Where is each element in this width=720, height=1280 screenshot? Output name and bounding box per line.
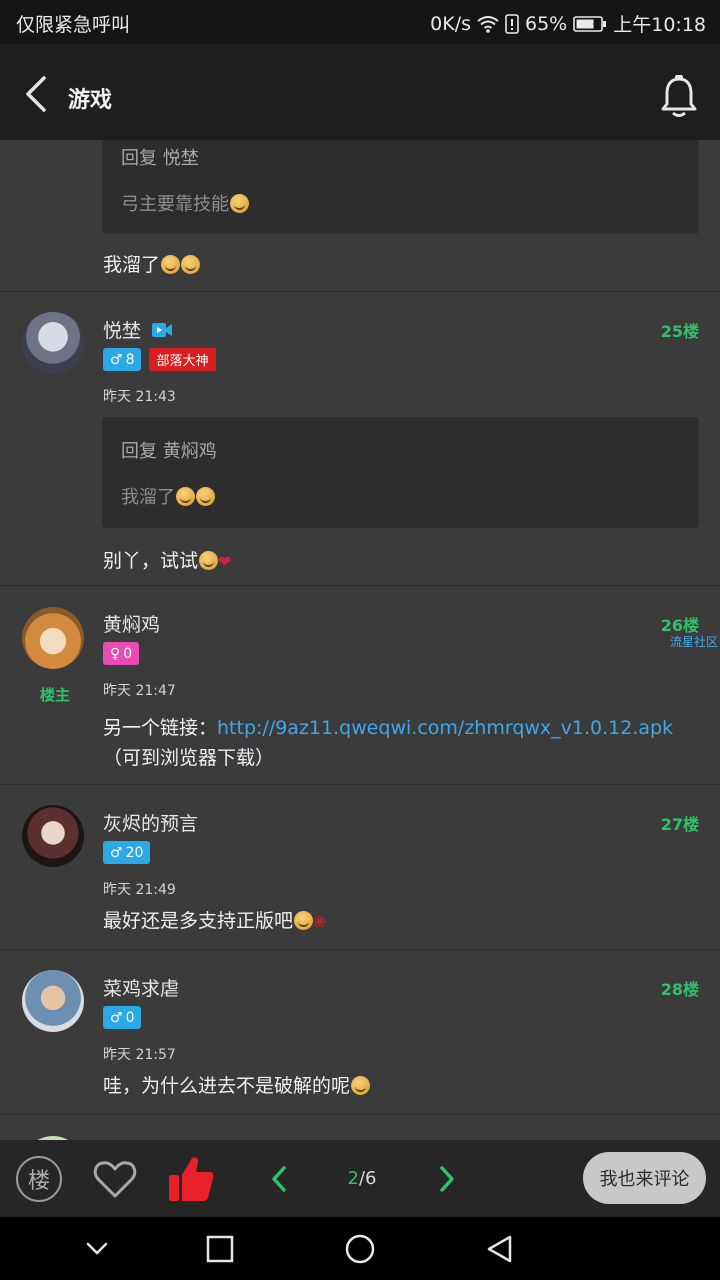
emoji-icon xyxy=(351,1076,371,1095)
page-indicator: 2/6 xyxy=(347,1168,377,1189)
female-icon: ♀ xyxy=(110,645,121,662)
comment-item: 灰烬的预言 27楼 ♂ 20 昨天 21:49 最好还是多支持正版吧 ❀ xyxy=(0,785,720,950)
video-badge-icon xyxy=(152,323,173,337)
home-icon[interactable] xyxy=(344,1233,376,1265)
comment-text: 最好还是多支持正版吧 ❀ xyxy=(103,910,327,932)
comment-item: 菜鸡求虐 28楼 ♂ 0 昨天 21:57 哇，为什么进去不是破解的呢 xyxy=(0,950,720,1115)
write-comment-button[interactable]: 我也来评论 xyxy=(583,1152,706,1204)
jump-to-floor-button[interactable]: 楼 xyxy=(16,1156,62,1202)
system-nav-bar xyxy=(0,1217,720,1280)
username[interactable]: 菜鸡求虐 xyxy=(103,974,179,1001)
thumbs-up-icon[interactable] xyxy=(166,1154,216,1204)
gender-level-badge: ♀ 0 xyxy=(103,642,140,665)
avatar[interactable] xyxy=(22,970,84,1032)
title-badge: 部落大神 xyxy=(149,348,216,371)
chevron-right-icon[interactable] xyxy=(434,1164,460,1194)
broken-heart-icon: ❤ xyxy=(218,552,232,571)
sim-alert-icon xyxy=(505,13,519,34)
back-arrow-icon[interactable] xyxy=(18,74,54,114)
username[interactable]: 灰烬的预言 xyxy=(103,809,198,836)
avatar[interactable] xyxy=(22,607,84,669)
gender-level-badge: ♂ 8 xyxy=(103,348,142,371)
emoji-icon xyxy=(161,255,181,274)
recent-apps-icon[interactable] xyxy=(204,1233,236,1265)
quoted-reply: 回复 黄焖鸡 我溜了 xyxy=(102,417,699,528)
username[interactable]: 黄焖鸡 xyxy=(103,610,160,637)
download-link[interactable]: http://9az11.qweqwi.com/zhmrqwx_v1.0.12.… xyxy=(217,717,673,739)
watermark-text: 流星社区 xyxy=(669,635,718,649)
username[interactable]: 悦埜 xyxy=(103,316,173,343)
post-time: 昨天 21:47 xyxy=(103,683,176,699)
clock: 上午10:18 xyxy=(613,14,706,36)
male-icon: ♂ xyxy=(110,844,123,861)
floor-number: 25楼 xyxy=(660,322,699,341)
comment-text: 哇，为什么进去不是破解的呢 xyxy=(103,1071,371,1101)
rose-icon: ❀ xyxy=(313,912,327,931)
emoji-icon xyxy=(176,487,195,506)
floor-number: 28楼 xyxy=(660,980,699,999)
emoji-icon xyxy=(230,194,249,213)
floor-number: 27楼 xyxy=(660,815,699,834)
emoji-icon xyxy=(294,911,314,930)
op-badge: 楼主 xyxy=(40,686,71,704)
post-time: 昨天 21:57 xyxy=(103,1047,176,1063)
app-header: 游戏 xyxy=(0,44,720,140)
avatar[interactable] xyxy=(22,805,84,867)
carrier-text: 仅限紧急呼叫 xyxy=(16,14,131,36)
emoji-icon xyxy=(199,551,219,570)
chevron-down-icon[interactable] xyxy=(81,1233,113,1265)
heart-icon[interactable] xyxy=(92,1156,138,1202)
post-time: 昨天 21:49 xyxy=(103,882,176,898)
back-triangle-icon[interactable] xyxy=(484,1233,516,1265)
male-icon: ♂ xyxy=(110,351,123,368)
male-icon: ♂ xyxy=(110,1009,123,1026)
status-bar: 仅限紧急呼叫 0K/s 65% 上午10:18 xyxy=(0,0,720,44)
quote-text: 我溜了 xyxy=(121,483,215,509)
gender-level-badge: ♂ 0 xyxy=(103,1006,142,1029)
post-time: 昨天 21:43 xyxy=(103,389,176,405)
comment-text: 另一个链接：http://9az11.qweqwi.com/zhmrqwx_v1… xyxy=(103,717,674,769)
avatar[interactable] xyxy=(22,312,84,374)
quote-text: 弓主要靠技能 xyxy=(121,190,249,216)
chevron-left-icon[interactable] xyxy=(266,1164,292,1194)
comment-text: 别丫，试试 ❤ xyxy=(103,550,232,572)
emoji-icon xyxy=(181,255,201,274)
comment-feed[interactable]: 回复 悦埜 弓主要靠技能 我溜了 悦埜 25楼 ♂ 8 部落大神 昨天 21:43… xyxy=(0,140,720,1140)
comment-item: 回复 悦埜 弓主要靠技能 我溜了 xyxy=(0,140,720,292)
emoji-icon xyxy=(196,487,215,506)
battery-percent: 65% xyxy=(525,12,568,35)
quoted-reply: 回复 悦埜 弓主要靠技能 xyxy=(102,140,699,234)
quote-header: 回复 黄焖鸡 xyxy=(121,441,217,462)
network-speed: 0K/s xyxy=(430,12,471,35)
bell-icon[interactable] xyxy=(658,74,700,120)
page-title: 游戏 xyxy=(68,88,113,113)
gender-level-badge: ♂ 20 xyxy=(103,841,151,864)
quote-header: 回复 悦埜 xyxy=(121,148,199,169)
bottom-action-bar: 楼 2/6 我也来评论 xyxy=(0,1140,720,1217)
battery-icon xyxy=(573,15,607,32)
comment-item: 悦埜 25楼 ♂ 8 部落大神 昨天 21:43 回复 黄焖鸡 我溜了 别丫，试试… xyxy=(0,292,720,586)
wifi-icon xyxy=(477,15,499,33)
comment-item: 楼主 黄焖鸡 26楼 流星社区 ♀ 0 昨天 21:47 另一个链接：http:/… xyxy=(0,586,720,785)
comment-text: 我溜了 xyxy=(103,250,201,280)
